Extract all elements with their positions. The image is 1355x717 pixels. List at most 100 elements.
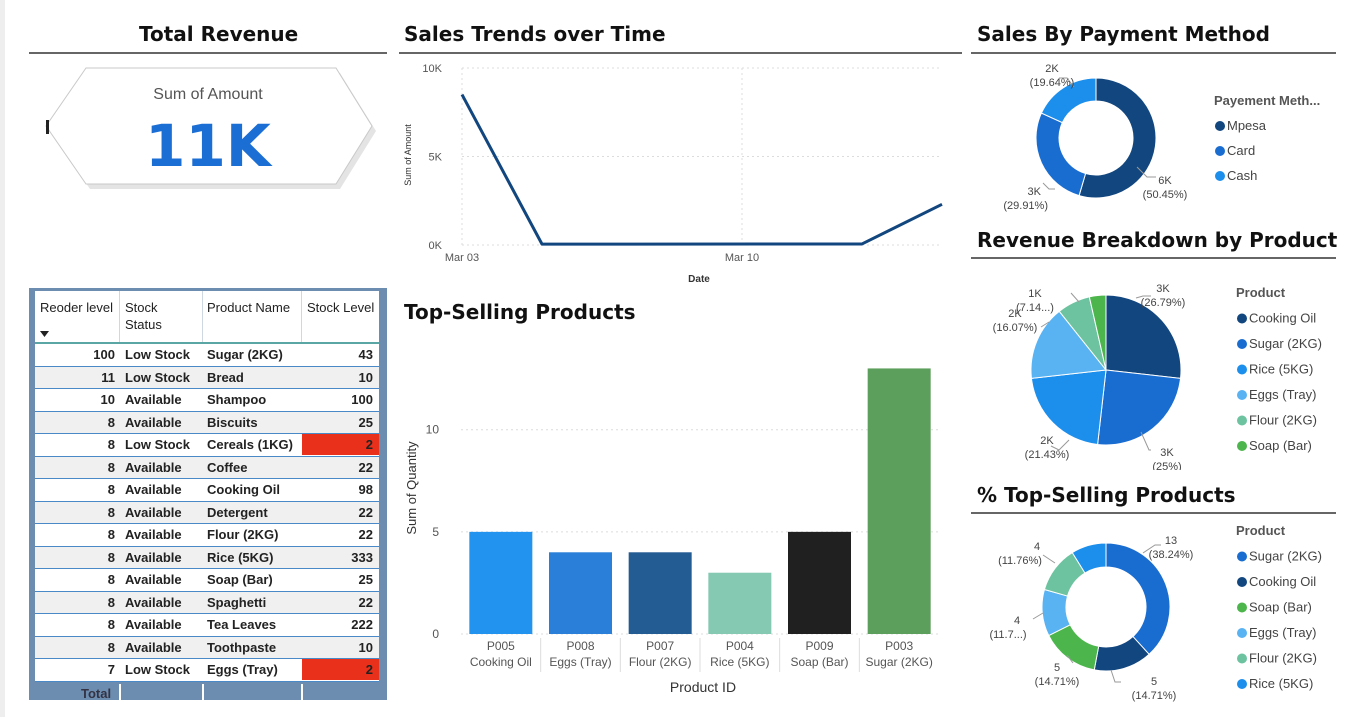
- legend-title: Product: [1236, 523, 1286, 538]
- stock-status-cell: Available: [125, 459, 182, 475]
- canvas-left-edge: [0, 0, 5, 717]
- stock-table[interactable]: Reoder level Stock Status Product Name S…: [29, 288, 387, 706]
- legend-item: Card: [1227, 143, 1255, 158]
- legend-item: Mpesa: [1227, 118, 1267, 133]
- top-selling-chart[interactable]: 10 5 0 Sum of Quantity Product ID P005 Cooking…: [399, 328, 962, 703]
- stock-level-cell: 2: [365, 662, 373, 677]
- stock-level-cell: 22: [358, 594, 373, 610]
- stock-status-cell: Available: [125, 504, 182, 520]
- table-row[interactable]: 10 Available Shampoo 100: [35, 389, 379, 412]
- header-stock-level[interactable]: Stock Level: [307, 299, 374, 316]
- stock-level-cell: 100: [351, 392, 373, 407]
- x-tick-name: Eggs (Tray): [549, 655, 611, 669]
- product-name-cell: Bread: [207, 369, 244, 385]
- legend-marker: [1237, 551, 1247, 562]
- slice-value-label: 2K: [1040, 435, 1054, 447]
- header-reorder-level[interactable]: Reoder level: [40, 299, 113, 316]
- table-row[interactable]: 8 Available Toothpaste 10: [35, 636, 379, 659]
- x-tick-id: P007: [646, 639, 674, 653]
- product-name-cell: Eggs (Tray): [207, 662, 278, 677]
- slice-pct-label: (16.07%): [993, 322, 1038, 334]
- x-tick-name: Cooking Oil: [470, 655, 532, 669]
- legend-item: Soap (Bar): [1249, 600, 1312, 615]
- product-name-cell: Cooking Oil: [207, 482, 280, 497]
- reorder-level-cell: 8: [107, 414, 115, 430]
- product-name-cell: Soap (Bar): [207, 572, 273, 587]
- stock-level-cell: 222: [351, 617, 373, 632]
- payment-method-chart[interactable]: 6K (50.45%) 3K (29.91%) 2K (19.64%) Payement M…: [971, 55, 1351, 225]
- product-name-cell: Shampoo: [207, 392, 267, 407]
- legend-marker: [1237, 628, 1247, 638]
- kpi-label: Sum of Amount: [153, 86, 263, 103]
- x-tick-id: P008: [566, 639, 594, 653]
- legend-item: Cooking Oil: [1249, 574, 1316, 589]
- y-tick-label: 5K: [429, 152, 443, 164]
- reorder-level-cell: 8: [107, 459, 115, 475]
- title-underline: [399, 52, 962, 54]
- legend-item: Eggs (Tray): [1249, 387, 1316, 402]
- reorder-level-cell: 8: [107, 482, 115, 497]
- reorder-level-cell: 100: [93, 347, 115, 362]
- slice-pct-label: (21.43%): [1025, 449, 1070, 461]
- stock-level-cell: 25: [358, 414, 373, 430]
- slice-value-label: 3K: [1156, 283, 1170, 295]
- revenue-breakdown-title: Revenue Breakdown by Product: [977, 228, 1338, 252]
- legend-marker: [1215, 146, 1225, 156]
- stock-level-cell: 333: [351, 549, 373, 565]
- bar-p005: [469, 531, 533, 634]
- table-row[interactable]: 11 Low Stock Bread 10: [35, 366, 379, 389]
- title-underline: [971, 512, 1336, 514]
- stock-status-cell: Available: [125, 617, 182, 632]
- table-row[interactable]: 8 Available Tea Leaves 222: [35, 614, 379, 637]
- slice-value-label: 4: [1014, 615, 1020, 627]
- reorder-level-cell: 8: [107, 527, 115, 542]
- table-row[interactable]: 100 Low Stock Sugar (2KG) 43: [35, 344, 379, 367]
- reorder-level-cell: 8: [107, 594, 115, 610]
- table-row[interactable]: 8 Available Biscuits 25: [35, 411, 379, 434]
- slice-pct-label: (7.14...): [1016, 302, 1054, 314]
- header-stock-status[interactable]: Stock Status: [125, 299, 195, 333]
- stock-level-cell: 98: [358, 482, 373, 497]
- product-name-cell: Spaghetti: [207, 594, 267, 610]
- slice-value-label: 3K: [1160, 447, 1174, 459]
- leader-line: [1042, 182, 1055, 190]
- slice-value-label: 4: [1034, 541, 1040, 553]
- header-product-name[interactable]: Product Name: [207, 299, 290, 316]
- stock-level-cell: 10: [358, 369, 373, 385]
- stock-level-cell: 43: [358, 347, 373, 362]
- leader-line: [1042, 554, 1056, 564]
- product-name-cell: Coffee: [207, 459, 248, 475]
- product-name-cell: Cereals (1KG): [207, 437, 293, 452]
- legend-marker: [1237, 364, 1247, 375]
- y-tick-label: 0: [432, 627, 439, 641]
- table-row[interactable]: 8 Available Spaghetti 22: [35, 591, 379, 614]
- slice-value-label: 2K: [1045, 63, 1059, 75]
- pct-top-selling-title: % Top-Selling Products: [977, 483, 1236, 507]
- revenue-breakdown-chart[interactable]: 3K(26.79%)3K(25%)2K(21.43%)2K(16.07%)1K(…: [971, 260, 1351, 470]
- sort-desc-icon[interactable]: [40, 331, 50, 337]
- stock-status-cell: Available: [125, 527, 182, 542]
- slice-value-label: 5: [1151, 676, 1157, 688]
- stock-level-cell: 10: [358, 639, 373, 655]
- title-underline: [29, 52, 387, 54]
- leader-line: [1070, 292, 1080, 303]
- kpi-value: 11K: [145, 112, 271, 180]
- title-underline: [971, 52, 1336, 54]
- slice-value-label: 1K: [1028, 288, 1042, 300]
- reorder-level-cell: 8: [107, 617, 115, 632]
- bar-p007: [628, 552, 692, 634]
- pct-top-selling-chart[interactable]: 13 (38.24%) 5 (14.71%) 5 (14.71%) 4 (11.7...) 4 (…: [971, 515, 1351, 715]
- slice-pct-label: (38.24%): [1149, 549, 1194, 561]
- table-row[interactable]: 8 Available Cooking Oil 98: [35, 479, 379, 502]
- table-row[interactable]: 8 Available Detergent 22: [35, 501, 379, 524]
- x-axis-label: Product ID: [670, 679, 736, 695]
- legend-item: Sugar (2KG): [1249, 549, 1322, 564]
- table-row[interactable]: 8 Low Stock Cereals (1KG) 2: [35, 434, 379, 457]
- table-row[interactable]: 8 Available Coffee 22: [35, 456, 379, 479]
- table-row[interactable]: 7 Low Stock Eggs (Tray) 2: [35, 659, 379, 682]
- table-row[interactable]: 8 Available Flour (2KG) 22: [35, 524, 379, 547]
- table-row[interactable]: 8 Available Rice (5KG) 333: [35, 546, 379, 569]
- legend-marker: [1215, 171, 1225, 181]
- table-row[interactable]: 8 Available Soap (Bar) 25: [35, 569, 379, 592]
- sales-trend-chart[interactable]: 10K 5K 0KMar 03 Mar 10 Date Sum of Amount: [399, 55, 962, 290]
